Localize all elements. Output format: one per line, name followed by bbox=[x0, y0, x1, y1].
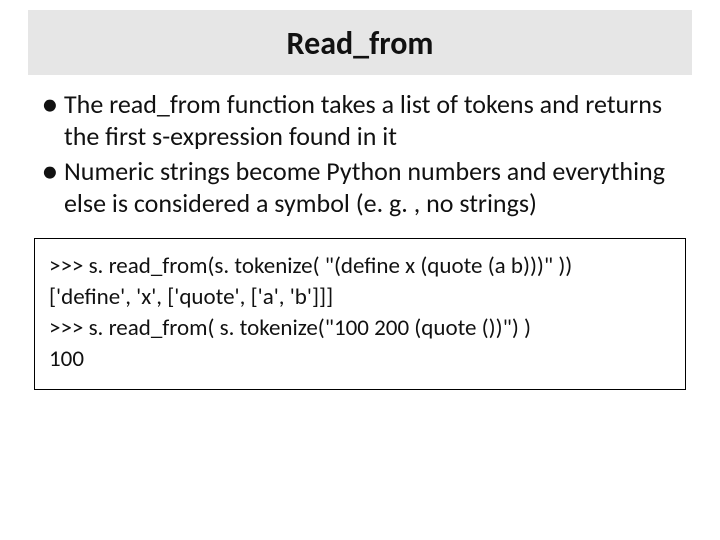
bullet-item: ● Numeric strings become Python numbers … bbox=[40, 156, 680, 219]
bullet-icon: ● bbox=[40, 89, 64, 121]
bullet-text: The read_from function takes a list of t… bbox=[64, 89, 680, 152]
slide: Read_from ● The read_from function takes… bbox=[0, 0, 720, 540]
bullet-icon: ● bbox=[40, 156, 64, 188]
code-example-box: >>> s. read_from(s. tokenize( "(define x… bbox=[34, 238, 686, 390]
bullet-list: ● The read_from function takes a list of… bbox=[28, 89, 692, 220]
code-line: 100 bbox=[49, 344, 671, 375]
code-line: >>> s. read_from( s. tokenize("100 200 (… bbox=[49, 313, 671, 344]
title-bar: Read_from bbox=[28, 10, 692, 75]
code-line: ['define', 'x', ['quote', ['a', 'b']]] bbox=[49, 282, 671, 313]
bullet-text: Numeric strings become Python numbers an… bbox=[64, 156, 680, 219]
slide-title: Read_from bbox=[28, 24, 692, 63]
bullet-item: ● The read_from function takes a list of… bbox=[40, 89, 680, 152]
code-line: >>> s. read_from(s. tokenize( "(define x… bbox=[49, 251, 671, 282]
